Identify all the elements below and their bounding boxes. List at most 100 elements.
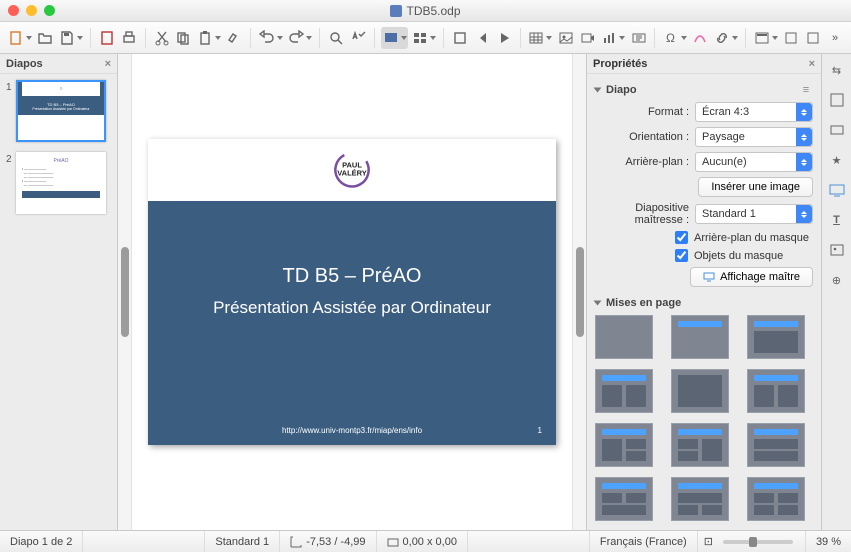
navigator-tab-icon[interactable]: ⊕ <box>827 270 847 290</box>
spellcheck-button[interactable] <box>348 27 368 49</box>
undo-button[interactable] <box>257 27 284 49</box>
properties-tab-icon[interactable] <box>827 90 847 110</box>
insert-fontwork-button[interactable] <box>690 27 710 49</box>
layout-four[interactable] <box>747 477 805 521</box>
insert-special-button[interactable]: Ω <box>661 27 688 49</box>
slide-title-line1: TD B5 – PréAO <box>148 265 556 288</box>
zoom-slider[interactable] <box>723 540 793 544</box>
university-logo: PAUL VALÉRY <box>327 150 377 190</box>
orientation-label: Orientation : <box>595 131 689 143</box>
layout-top-bottom[interactable] <box>747 423 805 467</box>
save-button[interactable] <box>57 27 84 49</box>
layout-2x2-b[interactable] <box>671 477 729 521</box>
window-titlebar: TDB5.odp <box>0 0 851 22</box>
cut-button[interactable] <box>152 27 172 49</box>
insert-hyperlink-button[interactable] <box>712 27 739 49</box>
slide-transition-tab-icon[interactable] <box>827 120 847 140</box>
status-zoom[interactable]: 39 % <box>806 531 851 552</box>
slide-master-button[interactable] <box>450 27 470 49</box>
disclosure-icon[interactable] <box>594 301 602 306</box>
status-template[interactable]: Standard 1 <box>205 531 280 552</box>
slide-editor[interactable]: PAUL VALÉRY TD B5 – PréAO Présentation A… <box>118 54 587 530</box>
layout-two-content[interactable] <box>747 369 805 413</box>
layout-blank[interactable] <box>595 315 653 359</box>
display-grid-button[interactable] <box>381 27 408 49</box>
find-button[interactable] <box>326 27 346 49</box>
status-slide-position: Diapo 1 de 2 <box>0 531 83 552</box>
editor-scrollbar-left[interactable] <box>118 54 132 530</box>
properties-panel: Propriétés × Diapo ≡ Format : Écran 4:3 … <box>587 54 821 530</box>
status-size: 0,00 x 0,00 <box>377 531 468 552</box>
animation-tab-icon[interactable]: ★ <box>827 150 847 170</box>
sidebar-rail: ⇆ ★ T ⊕ <box>821 54 851 530</box>
background-label: Arrière-plan : <box>595 156 689 168</box>
new-doc-button[interactable] <box>6 27 33 49</box>
print-button[interactable] <box>119 27 139 49</box>
slide-title-line2: Présentation Assistée par Ordinateur <box>148 298 556 318</box>
slide-panel-close-button[interactable]: × <box>105 58 111 70</box>
slide-footer-url: http://www.univ-montp3.fr/miap/ens/info <box>282 426 422 435</box>
master-objects-checkbox[interactable] <box>675 249 688 262</box>
layout-content-only[interactable] <box>671 369 729 413</box>
slide-thumbnail-2[interactable]: PréAO • ——————— — ———————— — ———————— • … <box>16 152 106 214</box>
window-title: TDB5.odp <box>406 4 460 18</box>
layout-two-col[interactable] <box>595 369 653 413</box>
insert-chart-button[interactable] <box>599 27 626 49</box>
properties-close-button[interactable]: × <box>809 58 815 70</box>
paste-button[interactable] <box>195 27 222 49</box>
layout-right-split[interactable] <box>671 423 729 467</box>
fit-page-icon[interactable]: ⊡ <box>704 535 713 548</box>
thumb-number: 1 <box>6 80 16 142</box>
section-layouts-title: Mises en page <box>606 297 681 309</box>
insert-image-button[interactable] <box>556 27 576 49</box>
slide-layout-button[interactable] <box>752 27 779 49</box>
styles-tab-icon[interactable]: T <box>827 210 847 230</box>
status-language[interactable]: Français (France) <box>590 531 698 552</box>
master-slide-select[interactable]: Standard 1 <box>695 204 813 224</box>
redo-button[interactable] <box>286 27 313 49</box>
monitor-icon <box>703 272 715 282</box>
layout-title-content[interactable] <box>747 315 805 359</box>
view-master-button[interactable]: Affichage maître <box>690 267 813 287</box>
extra-2-button[interactable] <box>803 27 823 49</box>
format-paintbrush-button[interactable] <box>224 27 244 49</box>
background-select[interactable]: Aucun(e) <box>695 152 813 172</box>
thumb-number: 2 <box>6 152 16 214</box>
slide-panel: Diapos × 1 ○ TD B5 – PréAO Présentation … <box>0 54 118 530</box>
copy-button[interactable] <box>174 27 194 49</box>
slide-thumbnail-1[interactable]: ○ TD B5 – PréAO Présentation Assistée pa… <box>16 80 106 142</box>
start-first-button[interactable] <box>472 27 492 49</box>
layout-left-split[interactable] <box>595 423 653 467</box>
format-select[interactable]: Écran 4:3 <box>695 102 813 122</box>
sidebar-toggle-icon[interactable]: ⇆ <box>827 60 847 80</box>
disclosure-icon[interactable] <box>594 88 602 93</box>
export-pdf-button[interactable] <box>97 27 117 49</box>
status-coordinates: -7,53 / -4,99 <box>280 531 376 552</box>
section-more-icon[interactable]: ≡ <box>799 84 813 96</box>
layout-2x2-a[interactable] <box>595 477 653 521</box>
current-slide[interactable]: PAUL VALÉRY TD B5 – PréAO Présentation A… <box>148 139 556 445</box>
section-diapo-title: Diapo <box>606 84 637 96</box>
extra-1-button[interactable] <box>781 27 801 49</box>
toolbar-overflow-button[interactable]: » <box>825 27 845 49</box>
main-toolbar: Ω » <box>0 22 851 54</box>
svg-text:VALÉRY: VALÉRY <box>337 169 367 178</box>
layout-title[interactable] <box>671 315 729 359</box>
gallery-tab-icon[interactable] <box>827 240 847 260</box>
insert-av-button[interactable] <box>578 27 598 49</box>
editor-scrollbar-right[interactable] <box>572 54 586 530</box>
format-label: Format : <box>595 106 689 118</box>
cursor-position-icon <box>290 536 302 548</box>
orientation-select[interactable]: Paysage <box>695 127 813 147</box>
document-icon <box>390 5 402 17</box>
master-background-checkbox[interactable] <box>675 231 688 244</box>
display-views-button[interactable] <box>410 27 437 49</box>
start-current-button[interactable] <box>494 27 514 49</box>
insert-image-button[interactable]: Insérer une image <box>698 177 813 197</box>
master-objects-label: Objets du masque <box>694 250 783 262</box>
insert-textbox-button[interactable] <box>629 27 649 49</box>
insert-table-button[interactable] <box>527 27 554 49</box>
open-folder-button[interactable] <box>35 27 55 49</box>
properties-title: Propriétés <box>593 58 647 70</box>
master-slides-tab-icon[interactable] <box>827 180 847 200</box>
